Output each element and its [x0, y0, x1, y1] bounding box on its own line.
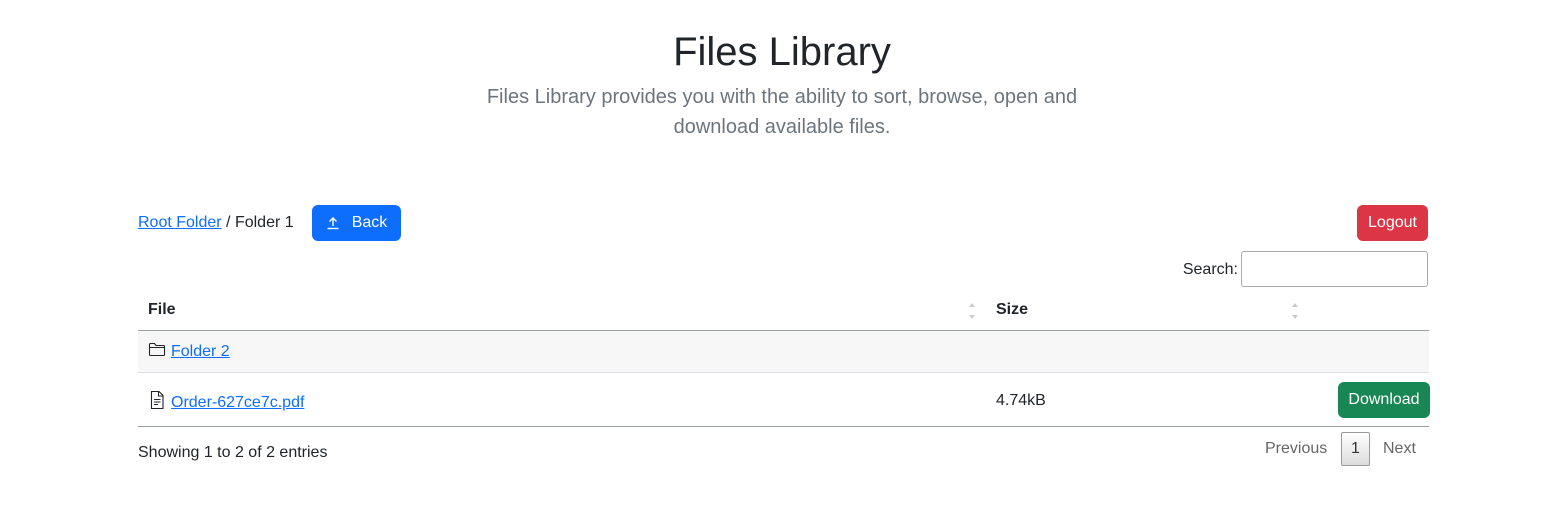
folder-icon	[148, 341, 166, 362]
file-cell: Order-627ce7c.pdf	[148, 390, 304, 415]
search-input[interactable]	[1241, 251, 1428, 287]
logout-button[interactable]: Logout	[1357, 205, 1428, 241]
back-button[interactable]: Back	[312, 205, 401, 241]
file-text-icon	[148, 390, 166, 415]
table-row: Folder 2	[138, 331, 1429, 373]
pagination-next[interactable]: Next	[1383, 440, 1416, 458]
file-size: 4.74kB	[996, 392, 1046, 409]
files-table: File Size Folder 2 Order-627ce7c.pdf 4.7…	[138, 288, 1430, 427]
file-link[interactable]: Order-627ce7c.pdf	[171, 394, 304, 412]
table-row: Order-627ce7c.pdf 4.74kB Download	[138, 373, 1430, 427]
sort-icon[interactable]	[1291, 303, 1299, 319]
pagination: Previous 1 Next	[1255, 432, 1430, 466]
breadcrumb-root-link[interactable]: Root Folder	[138, 214, 222, 231]
breadcrumb: Root Folder / Folder 1	[138, 213, 294, 233]
search-label: Search:	[1182, 261, 1238, 278]
sort-icon[interactable]	[968, 303, 976, 319]
back-button-label: Back	[351, 214, 388, 231]
file-cell: Folder 2	[148, 341, 230, 362]
table-info: Showing 1 to 2 of 2 entries	[138, 444, 328, 461]
pagination-previous[interactable]: Previous	[1265, 440, 1327, 458]
pagination-page-current[interactable]: 1	[1341, 432, 1370, 466]
table-header: File Size	[138, 288, 1429, 331]
folder-link[interactable]: Folder 2	[171, 343, 230, 361]
breadcrumb-separator: /	[226, 214, 231, 231]
column-header-file[interactable]: File	[148, 300, 176, 320]
upload-arrow-icon	[326, 216, 340, 230]
breadcrumb-current: Folder 1	[234, 214, 294, 231]
download-button[interactable]: Download	[1338, 382, 1430, 418]
column-header-size[interactable]: Size	[996, 300, 1028, 320]
search-row: Search:	[1140, 251, 1429, 287]
page-subtitle: Files Library provides you with the abil…	[486, 86, 1078, 138]
page-title: Files Library	[673, 30, 891, 74]
toolbar: Root Folder / Folder 1 Back Logout	[138, 205, 1429, 241]
